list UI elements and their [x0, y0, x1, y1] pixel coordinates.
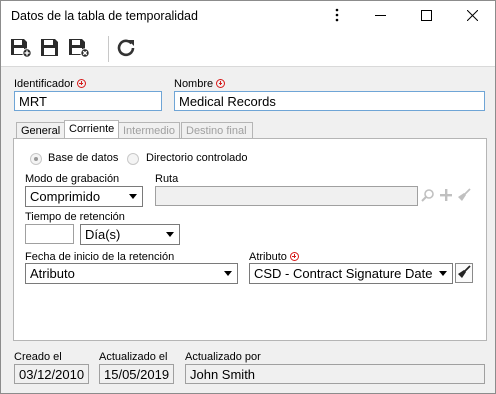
save-close-button[interactable] [67, 38, 91, 60]
tiempo-unidad-value: Día(s) [85, 227, 121, 242]
tab-general[interactable]: General [16, 122, 65, 139]
close-button[interactable] [449, 1, 495, 32]
atributo-value: CSD - Contract Signature Date [254, 266, 433, 281]
tiempo-unidad-select[interactable]: Día(s) [80, 224, 180, 245]
ruta-field[interactable] [155, 186, 418, 206]
tab-corriente[interactable]: Corriente [64, 120, 119, 139]
close-icon [466, 9, 478, 24]
required-icon [216, 79, 226, 88]
chevron-down-icon [129, 194, 137, 199]
toolbar [1, 32, 495, 67]
chevron-down-icon [224, 271, 232, 276]
actualizado-por-field: John Smith [185, 364, 485, 384]
nombre-field[interactable]: Medical Records [174, 91, 485, 111]
tab-destino-final[interactable]: Destino final [181, 122, 253, 139]
tiempo-retencion-field[interactable] [25, 224, 74, 244]
ruta-label: Ruta [155, 173, 179, 185]
creado-label: Creado el [14, 351, 62, 363]
chevron-down-icon [439, 271, 447, 276]
fecha-inicio-value: Atributo [30, 266, 75, 281]
search-icon [421, 188, 435, 205]
identificador-label: Identificador [14, 78, 86, 90]
tab-panel-corriente: Base de datos Directorio controlado Modo… [13, 138, 487, 341]
modo-grabacion-select[interactable]: Comprimido [25, 186, 143, 207]
radio-base-de-datos-label: Base de datos [48, 152, 119, 164]
radio-directorio-controlado[interactable] [127, 153, 139, 165]
broom-icon [457, 187, 471, 205]
minimize-icon [374, 10, 386, 24]
radio-base-de-datos[interactable] [30, 153, 42, 165]
modo-grabacion-value: Comprimido [30, 189, 101, 204]
toolbar-separator [108, 36, 109, 62]
save-new-icon [10, 38, 32, 61]
vertical-dots-icon [335, 8, 339, 25]
required-icon [289, 252, 299, 261]
nombre-label: Nombre [174, 78, 226, 90]
clear-ruta-button[interactable] [455, 187, 473, 205]
save-new-button[interactable] [9, 38, 33, 60]
actualizado-field: 15/05/2019 [99, 364, 174, 384]
minimize-button[interactable] [357, 1, 403, 32]
window-title: Datos de la tabla de temporalidad [11, 9, 198, 23]
fecha-inicio-select[interactable]: Atributo [25, 263, 238, 284]
maximize-button[interactable] [403, 1, 449, 32]
creado-field: 03/12/2010 [14, 364, 89, 384]
broom-icon [457, 264, 471, 282]
actualizado-por-label: Actualizado por [185, 351, 261, 363]
modo-grabacion-label: Modo de grabación [25, 173, 120, 185]
plus-icon [440, 188, 452, 204]
atributo-select[interactable]: CSD - Contract Signature Date [249, 263, 453, 284]
maximize-icon [420, 9, 432, 24]
radio-directorio-controlado-label: Directorio controlado [146, 152, 248, 164]
identificador-field[interactable]: MRT [14, 91, 162, 111]
save-button[interactable] [38, 38, 62, 60]
required-icon [76, 79, 86, 88]
fecha-inicio-label: Fecha de inicio de la retención [25, 251, 175, 263]
save-icon [39, 38, 61, 61]
add-ruta-button[interactable] [437, 187, 455, 205]
chevron-down-icon [166, 232, 174, 237]
window-menu-button[interactable] [314, 1, 360, 32]
save-close-icon [68, 38, 90, 61]
refresh-button[interactable] [114, 38, 138, 60]
refresh-icon [116, 38, 136, 61]
title-bar: Datos de la tabla de temporalidad [1, 1, 495, 32]
window: Datos de la tabla de temporalidad Identi… [0, 0, 496, 394]
clear-atributo-button[interactable] [455, 263, 473, 283]
actualizado-label: Actualizado el [99, 351, 168, 363]
atributo-label: Atributo [249, 251, 299, 263]
tiempo-retencion-label: Tiempo de retención [25, 211, 125, 223]
search-ruta-button[interactable] [419, 187, 437, 205]
tab-intermedio[interactable]: Intermedio [118, 122, 180, 139]
